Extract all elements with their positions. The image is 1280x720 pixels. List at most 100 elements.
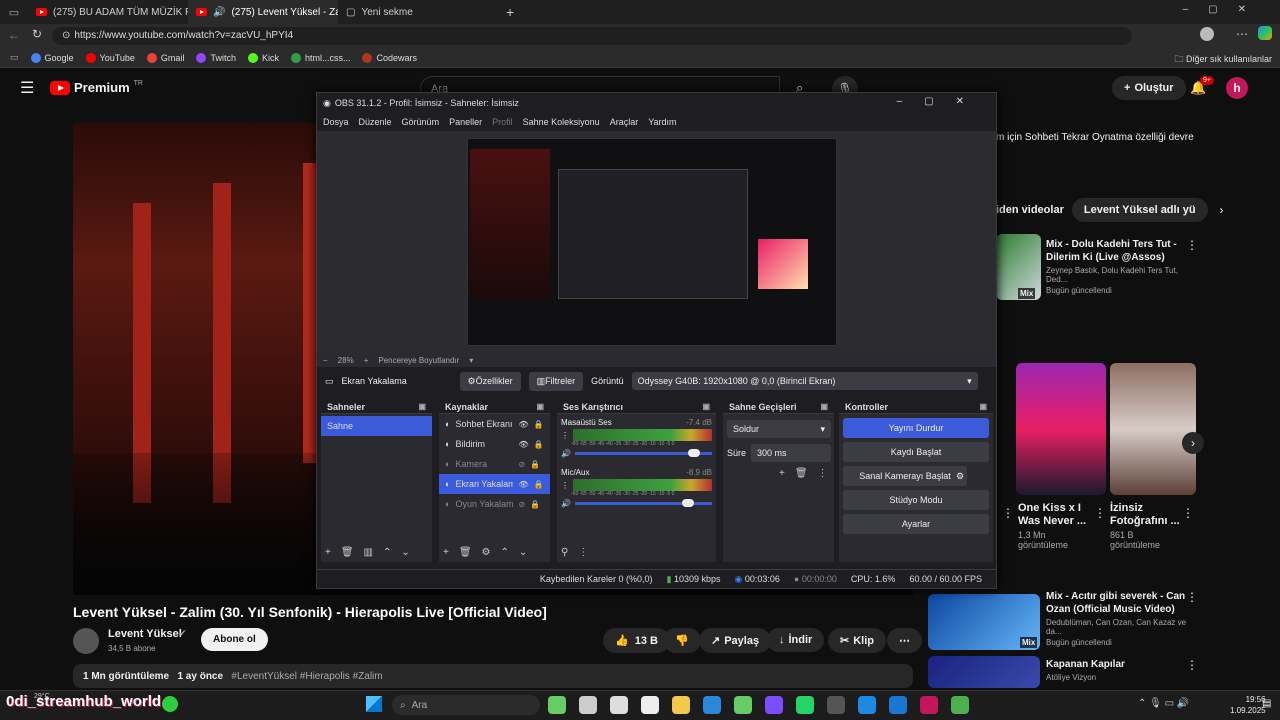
lock-icon[interactable]: 🔒: [534, 480, 544, 489]
obs-menu-item[interactable]: Araçlar: [610, 117, 639, 127]
add-icon[interactable]: +: [779, 468, 785, 479]
bookmark-3[interactable]: Twitch: [196, 52, 236, 63]
source-item[interactable]: ◐ Kamera ⊘ 🔒: [439, 454, 550, 474]
rec-item[interactable]: Mix - Acıtır gibi severek - Can Ozan (Of…: [1046, 590, 1196, 647]
obs-menu-item[interactable]: Yardım: [648, 117, 676, 127]
source-item[interactable]: ◐ Bildirim 👁 🔒: [439, 434, 550, 454]
more-vert-icon[interactable]: ⋮: [1182, 506, 1194, 520]
clock[interactable]: 19:56 1.09.2025: [1230, 694, 1266, 716]
short-thumbnail[interactable]: [1016, 363, 1106, 495]
discord-icon[interactable]: [765, 696, 783, 714]
obs-menu-item[interactable]: Görünüm: [402, 117, 440, 127]
more-vert-icon[interactable]: ⋮: [1094, 506, 1106, 520]
back-icon[interactable]: ←: [8, 28, 20, 42]
obs-menu-item[interactable]: Paneller: [449, 117, 482, 127]
chevron-up-icon[interactable]: ⌃: [383, 547, 391, 558]
transition-select[interactable]: Soldur ▾: [727, 420, 831, 438]
obs-menu-item[interactable]: Sahne Koleksiyonu: [523, 117, 600, 127]
control-button[interactable]: Kaydı Başlat: [843, 442, 989, 462]
lock-icon[interactable]: 🔒: [530, 460, 540, 469]
control-button[interactable]: Sanal Kamerayı Başlat ⚙: [843, 466, 967, 486]
profile-avatar[interactable]: [1200, 27, 1214, 41]
more-vert-icon[interactable]: ⋮: [561, 431, 569, 440]
copilot-icon[interactable]: [1258, 26, 1272, 40]
new-tab-button[interactable]: +: [506, 4, 514, 20]
slider-handle[interactable]: [682, 499, 694, 507]
more-vert-icon[interactable]: ⋮: [1186, 238, 1198, 252]
description-box[interactable]: 1 Mn görüntüleme 1 ay önce #LeventYüksel…: [73, 664, 913, 688]
visibility-icon[interactable]: 👁: [518, 420, 528, 429]
rec-item[interactable]: Kapanan Kapılar Atöliye Vizyon: [1046, 658, 1196, 682]
lock-icon[interactable]: 🔒: [534, 420, 544, 429]
obs-title-bar[interactable]: ◉ OBS 31.1.2 - Profil: İsimsiz - Sahnele…: [317, 93, 996, 113]
chevron-down-icon[interactable]: ⌄: [519, 547, 527, 558]
more-icon[interactable]: ⋯: [1236, 27, 1248, 41]
duration-input[interactable]: 300 ms: [751, 444, 831, 462]
widgets-icon[interactable]: [548, 696, 566, 714]
speaker-icon[interactable]: 🔊: [561, 449, 571, 458]
volume-slider[interactable]: [574, 449, 712, 457]
whatsapp-icon[interactable]: [796, 696, 814, 714]
avatar[interactable]: h: [1226, 77, 1248, 99]
channel-name[interactable]: Levent Yüksel: [108, 628, 182, 640]
visibility-icon[interactable]: ⊘: [518, 460, 525, 469]
display-select[interactable]: Odyssey G40B: 1920x1080 @ 0,0 (Birincil …: [631, 372, 978, 390]
steam-icon[interactable]: [858, 696, 876, 714]
visibility-icon[interactable]: ⊘: [518, 500, 525, 509]
speaker-icon[interactable]: 🔊: [561, 499, 571, 508]
windows-start-icon[interactable]: [366, 696, 382, 712]
zoom-out-icon[interactable]: −: [323, 356, 328, 365]
weather[interactable]: 29°C: [34, 693, 50, 700]
slider-handle[interactable]: [688, 449, 700, 457]
browser-tab-1[interactable]: (275) BU ADAM TÜM MÜZİK PİY...: [28, 0, 188, 24]
bookmarks-toggle-icon[interactable]: ▭: [10, 52, 19, 63]
download-button[interactable]: ↓ İndir: [767, 628, 825, 652]
more-vert-icon[interactable]: ⋮: [818, 468, 828, 479]
clip-button[interactable]: ✂ Klip: [828, 628, 886, 653]
obs-preview[interactable]: [317, 131, 996, 353]
more-vert-icon[interactable]: ⋮: [561, 481, 569, 490]
volume-slider[interactable]: [574, 499, 712, 507]
vscode-icon[interactable]: [889, 696, 907, 714]
youtube-logo[interactable]: Premium TR: [50, 80, 143, 95]
share-button[interactable]: ↗ Paylaş: [699, 628, 772, 653]
resize-to-window[interactable]: Pencereye Boyutlandır: [378, 356, 459, 365]
zoom-in-icon[interactable]: +: [364, 356, 369, 365]
channel-avatar[interactable]: [73, 628, 99, 654]
app-icon[interactable]: [827, 696, 845, 714]
create-button[interactable]: + Oluştur: [1112, 76, 1186, 100]
bookmark-5[interactable]: html...css...: [290, 52, 350, 63]
browser-tab-3[interactable]: ▢ Yeni sekme: [338, 0, 498, 24]
trash-icon[interactable]: 🗑: [341, 547, 354, 558]
bookmark-1[interactable]: YouTube: [85, 52, 135, 63]
short-item[interactable]: İzinsiz Fotoğrafını ... 861 B görüntülem…: [1110, 502, 1180, 550]
obs-icon[interactable]: [920, 696, 938, 714]
more-vert-icon[interactable]: ⋮: [1002, 506, 1014, 520]
more-actions-button[interactable]: ⋯: [887, 628, 922, 653]
source-item[interactable]: ◐ Sohbet Ekranı 👁 🔒: [439, 414, 550, 434]
lock-icon[interactable]: 🔒: [534, 440, 544, 449]
scene-item[interactable]: Sahne: [321, 416, 432, 436]
tray-icons[interactable]: ⌃ 🎙 ▭ 🔊: [1138, 698, 1189, 709]
reload-icon[interactable]: ↻: [32, 27, 42, 41]
trash-icon[interactable]: 🗑: [459, 547, 472, 558]
rec-item[interactable]: Mix - Dolu Kadehi Ters Tut - Dilerim Ki …: [1046, 238, 1196, 295]
link-icon[interactable]: ⚲: [561, 547, 568, 558]
visibility-icon[interactable]: 👁: [518, 480, 528, 489]
control-button[interactable]: Stüdyo Modu: [843, 490, 989, 510]
more-vert-icon[interactable]: ⋮: [578, 547, 588, 558]
control-button[interactable]: Yayını Durdur: [843, 418, 989, 438]
edge-icon[interactable]: [703, 696, 721, 714]
add-icon[interactable]: +: [325, 547, 331, 558]
obs-menu-item[interactable]: Dosya: [323, 117, 349, 127]
more-vert-icon[interactable]: ⋮: [1186, 590, 1198, 604]
chevron-down-icon[interactable]: ⌄: [401, 547, 409, 558]
tab-actions-icon[interactable]: ▭: [0, 6, 28, 19]
trash-icon[interactable]: 🗑: [795, 468, 808, 479]
obs-menu-item[interactable]: Düzenle: [359, 117, 392, 127]
properties-button[interactable]: ⚙Özellikler: [459, 371, 521, 391]
chevron-up-icon[interactable]: ⌃: [501, 547, 509, 558]
like-button[interactable]: 👍 13 B: [603, 628, 670, 653]
short-thumbnail[interactable]: [1110, 363, 1196, 495]
notifications-icon[interactable]: ▤: [1262, 698, 1271, 709]
